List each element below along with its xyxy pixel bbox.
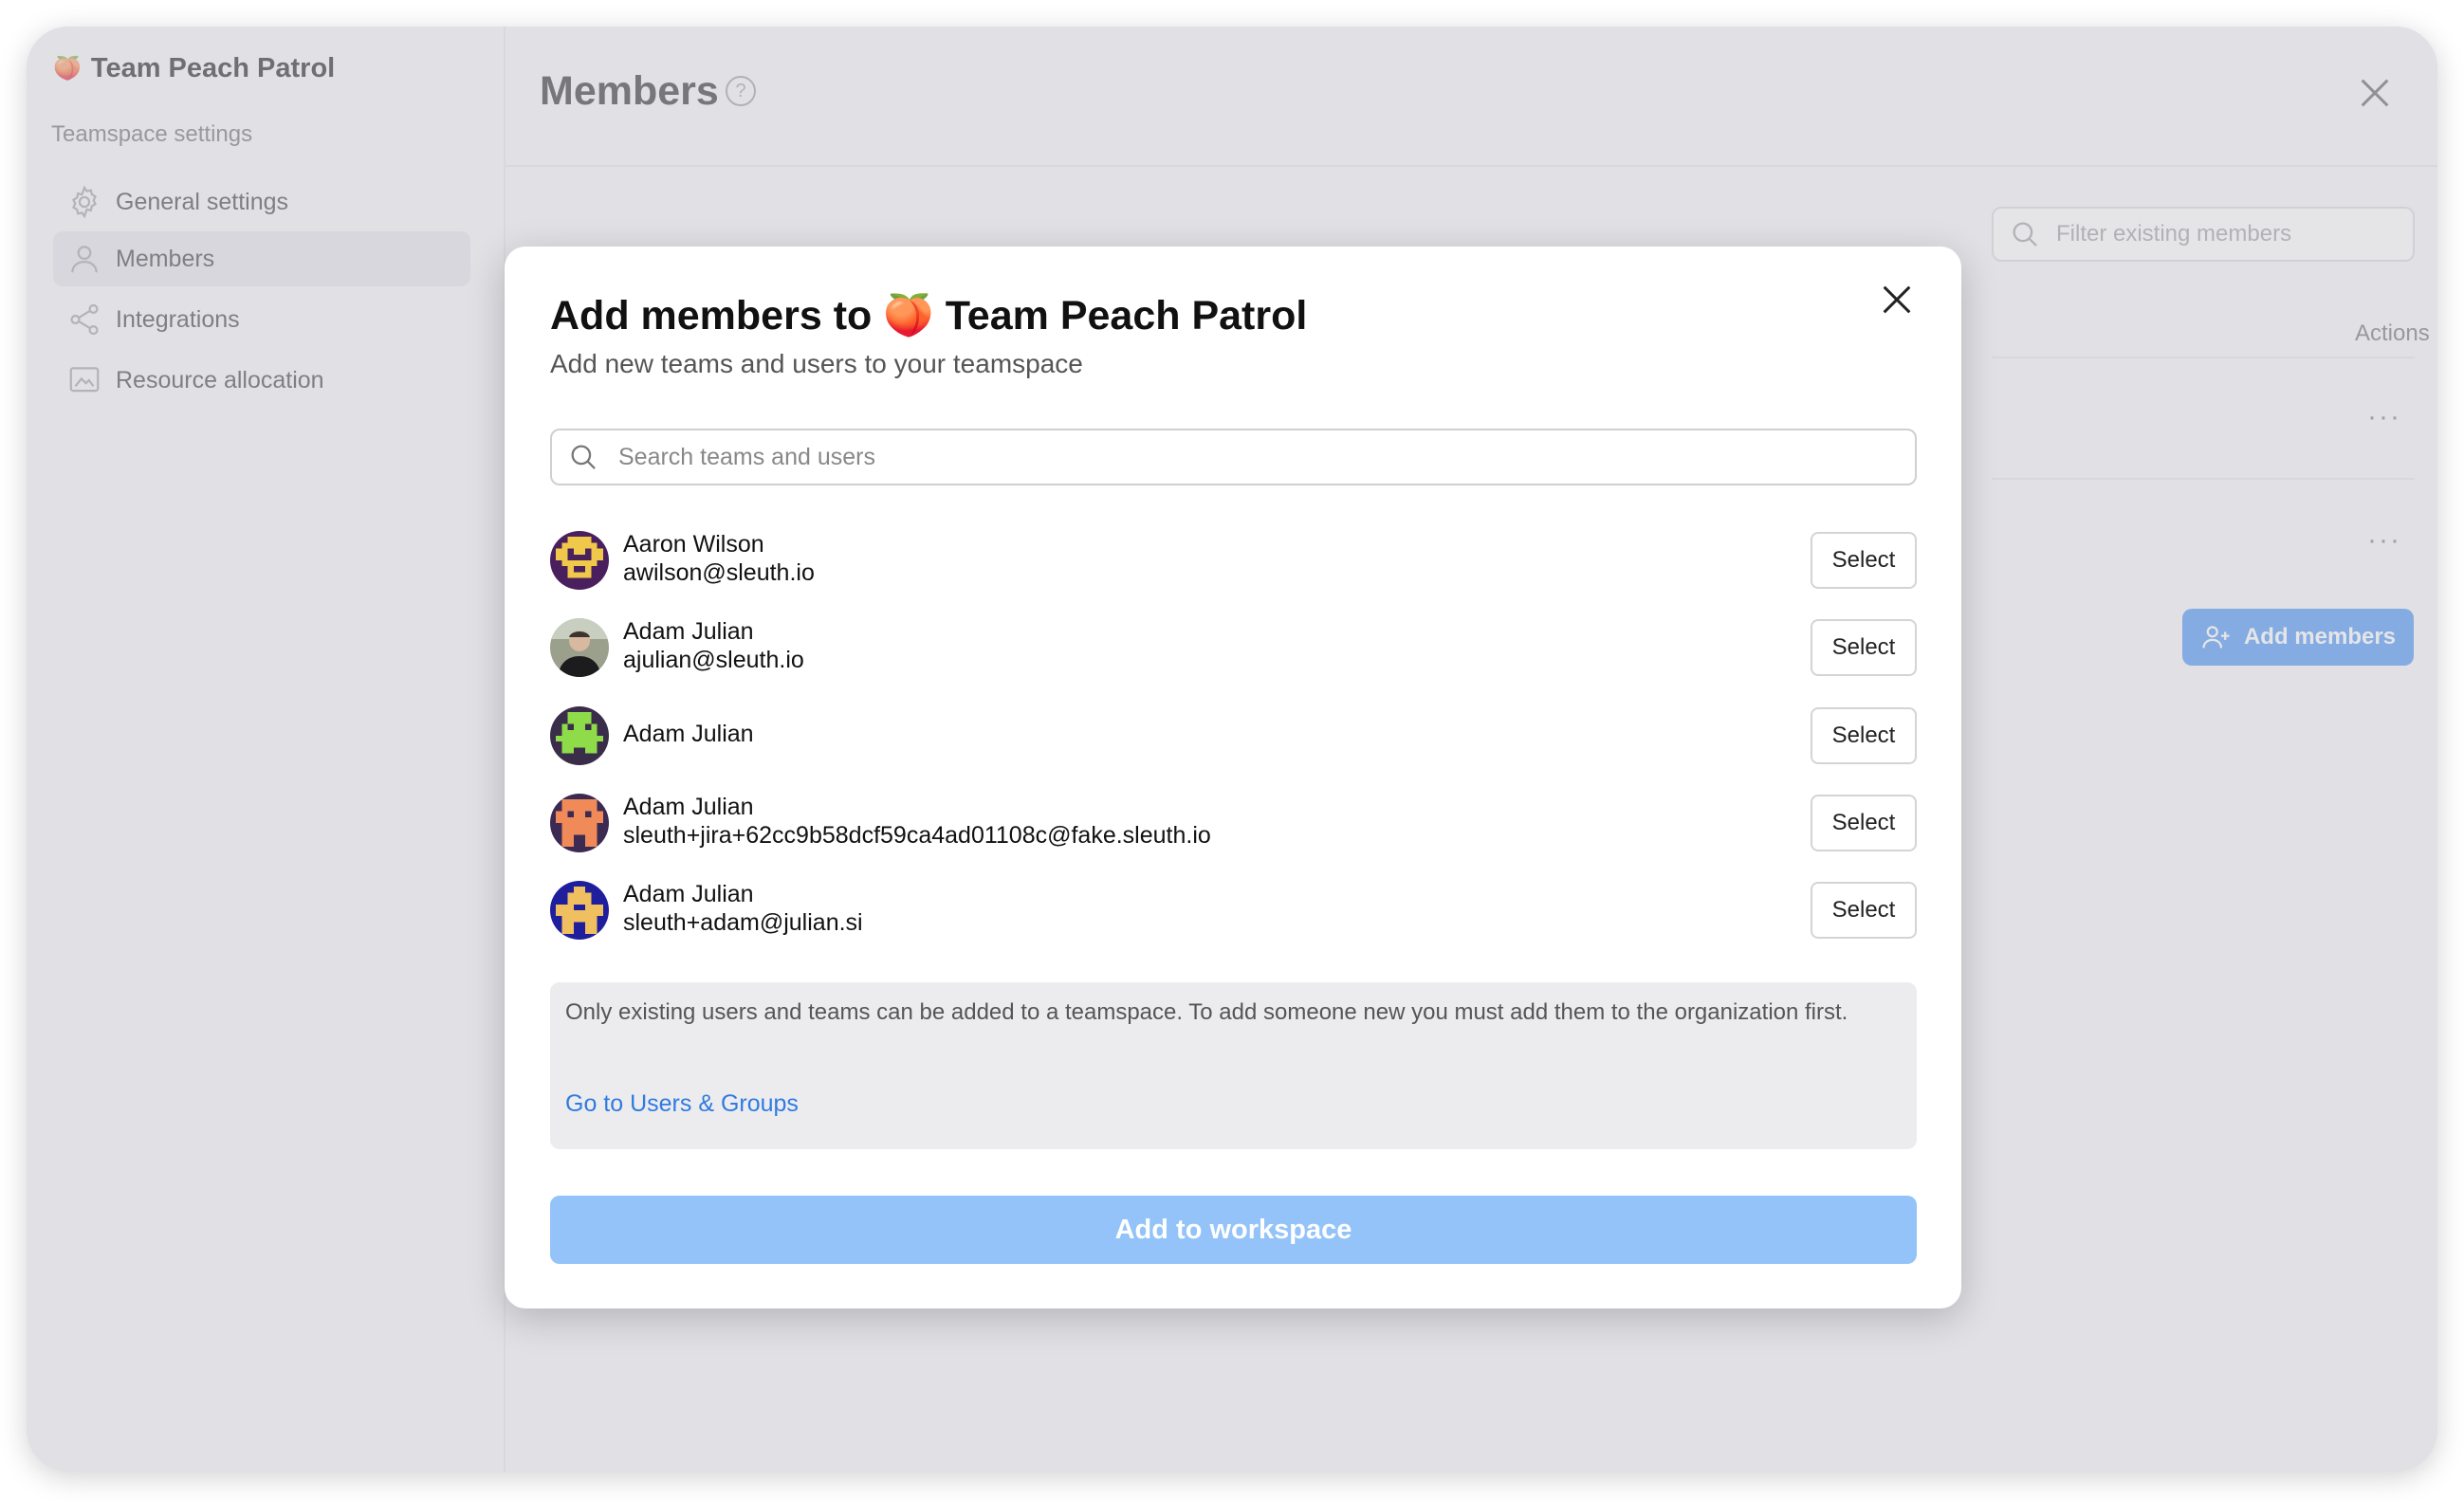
- user-name: Adam Julian: [623, 881, 754, 907]
- user-name: Aaron Wilson: [623, 531, 764, 558]
- user-email: sleuth+adam@julian.si: [623, 909, 863, 936]
- modal-title-team: Team Peach Patrol: [945, 293, 1308, 338]
- user-row: Adam Julian ajulian@sleuth.io Select: [550, 618, 1917, 677]
- modal-title-prefix: Add members to: [550, 293, 873, 338]
- user-row: Adam Julian sleuth+jira+62cc9b58dcf59ca4…: [550, 794, 1917, 852]
- close-icon[interactable]: [1878, 281, 1916, 319]
- user-row: Adam Julian sleuth+adam@julian.si Select: [550, 881, 1917, 940]
- info-text: Only existing users and teams can be add…: [565, 999, 1848, 1025]
- add-members-modal: Add members to 🍑 Team Peach Patrol Add n…: [505, 247, 1961, 1308]
- select-button[interactable]: Select: [1811, 619, 1917, 676]
- avatar: [550, 881, 609, 940]
- select-button[interactable]: Select: [1811, 795, 1917, 851]
- search-icon: [571, 445, 596, 469]
- modal-subtitle: Add new teams and users to your teamspac…: [550, 349, 1083, 378]
- avatar: [550, 706, 609, 765]
- user-email: sleuth+jira+62cc9b58dcf59ca4ad01108c@fak…: [623, 822, 1211, 849]
- user-row: Aaron Wilson awilson@sleuth.io Select: [550, 531, 1917, 590]
- info-callout: Only existing users and teams can be add…: [550, 982, 1917, 1149]
- select-button[interactable]: Select: [1811, 707, 1917, 764]
- select-button[interactable]: Select: [1811, 882, 1917, 939]
- avatar: [550, 531, 609, 590]
- modal-title: Add members to 🍑 Team Peach Patrol: [550, 292, 1307, 339]
- search-field[interactable]: [550, 429, 1917, 485]
- user-email: awilson@sleuth.io: [623, 559, 815, 586]
- user-email: ajulian@sleuth.io: [623, 647, 804, 673]
- user-name: Adam Julian: [623, 721, 754, 747]
- add-to-workspace-button[interactable]: Add to workspace: [550, 1196, 1917, 1264]
- avatar: [550, 794, 609, 852]
- user-name: Adam Julian: [623, 618, 754, 645]
- users-groups-link[interactable]: Go to Users & Groups: [565, 1090, 799, 1118]
- user-row: Adam Julian Select: [550, 706, 1917, 765]
- avatar: [550, 618, 609, 677]
- select-button[interactable]: Select: [1811, 532, 1917, 589]
- search-input[interactable]: [618, 443, 1851, 471]
- user-name: Adam Julian: [623, 794, 754, 820]
- peach-emoji-icon: 🍑: [883, 293, 934, 338]
